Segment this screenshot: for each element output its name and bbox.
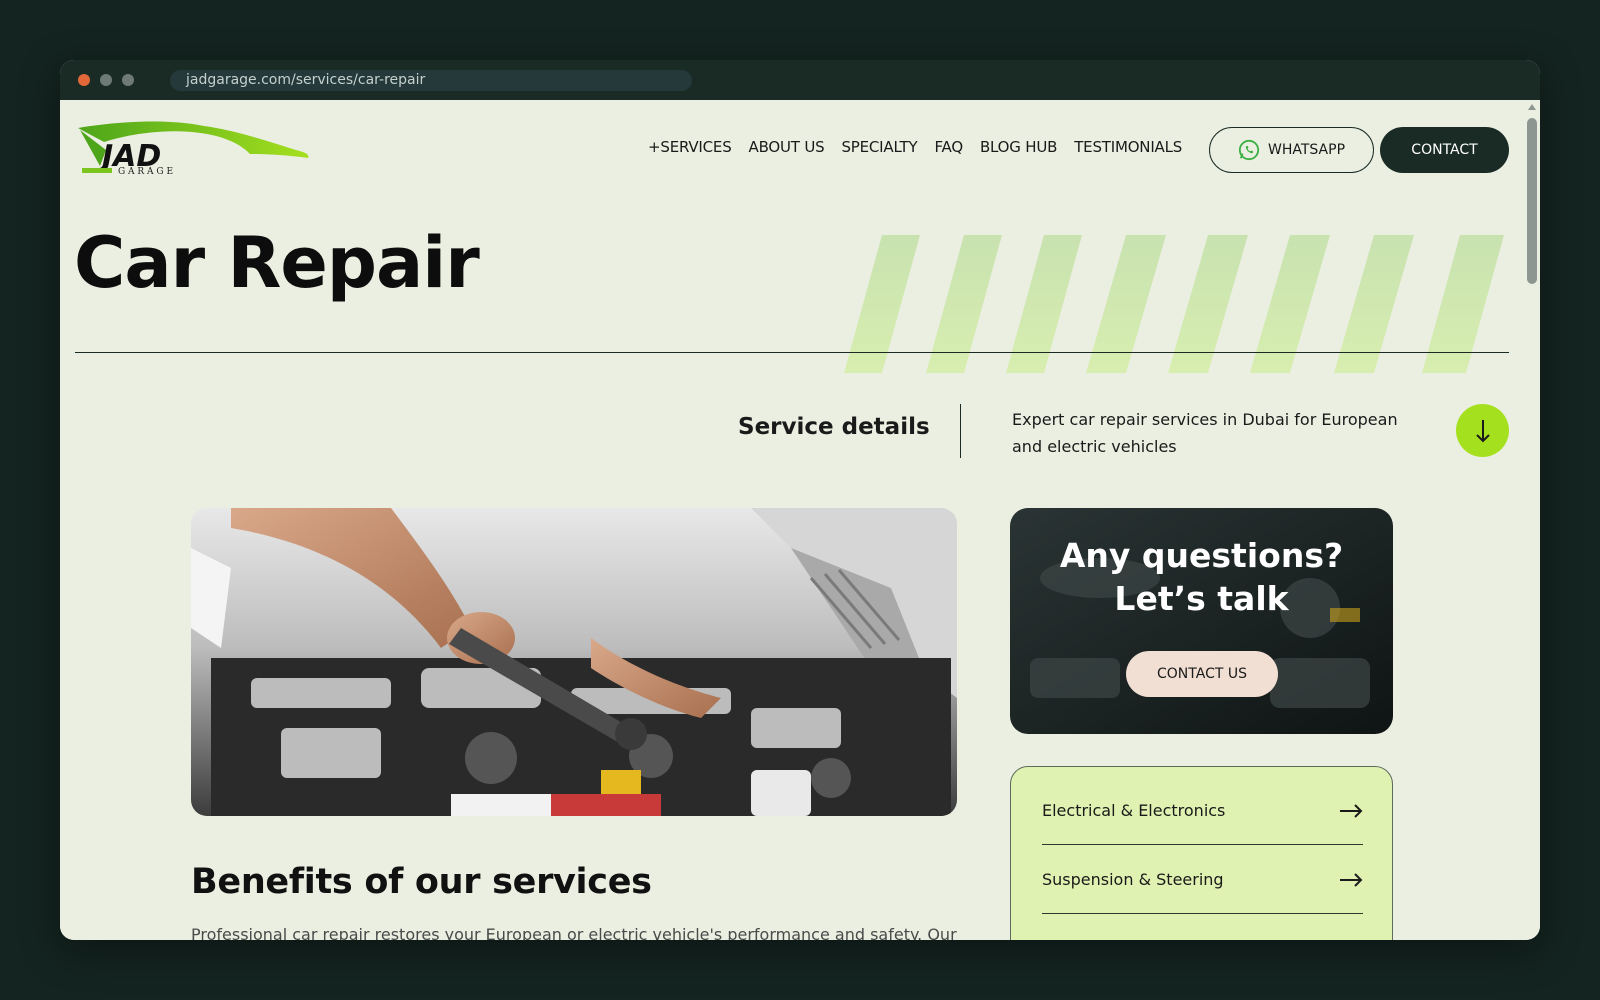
whatsapp-icon (1238, 139, 1260, 161)
whatsapp-label: WHATSAPP (1267, 142, 1346, 158)
page-content: JAD G A R A G E +SERVICES ABOUT US SPECI… (60, 100, 1524, 940)
minimize-window-button[interactable] (100, 74, 112, 86)
browser-window: jadgarage.com/services/car-repair JAD G … (60, 60, 1540, 940)
nav-item-about-us[interactable]: ABOUT US (749, 138, 825, 156)
scroll-thumb[interactable] (1527, 118, 1537, 284)
nav-item-testimonials[interactable]: TESTIMONIALS (1074, 138, 1182, 156)
benefits-heading: Benefits of our services (191, 862, 652, 902)
arrow-right-icon (1340, 803, 1363, 818)
nav-item-services[interactable]: +SERVICES (648, 138, 732, 156)
jad-garage-logo[interactable]: JAD G A R A G E (74, 120, 314, 180)
service-details-label: Service details (738, 414, 930, 440)
cta-title: Any questions? Let’s talk (1059, 536, 1344, 618)
logo-subtext: G A R A G E (118, 167, 173, 177)
main-nav: +SERVICES ABOUT US SPECIALTY FAQ BLOG HU… (648, 138, 1182, 156)
address-bar[interactable]: jadgarage.com/services/car-repair (170, 70, 692, 91)
vertical-divider (960, 404, 961, 458)
service-description: Expert car repair services in Dubai for … (1012, 410, 1398, 456)
arrow-right-icon (1340, 872, 1363, 887)
contact-us-button[interactable]: CONTACT US (1126, 651, 1278, 697)
service-link-label: Electrical & Electronics (1042, 801, 1226, 820)
close-window-button[interactable] (78, 74, 90, 86)
scroll-down-button[interactable] (1456, 404, 1509, 457)
browser-chrome: jadgarage.com/services/car-repair (60, 60, 1540, 100)
contact-button[interactable]: CONTACT (1380, 127, 1509, 173)
benefits-paragraph: Professional car repair restores your Eu… (191, 925, 957, 940)
contact-cta-card: Any questions? Let’s talk CONTACT US (1010, 508, 1393, 734)
nav-item-blog-hub[interactable]: BLOG HUB (980, 138, 1057, 156)
page-scrollbar[interactable] (1524, 100, 1540, 940)
title-divider (75, 352, 1509, 353)
arrow-down-icon (1475, 419, 1490, 442)
list-item[interactable]: Suspension & Steering (1042, 846, 1363, 914)
nav-item-faq[interactable]: FAQ (934, 138, 963, 156)
list-item[interactable]: Electrical & Electronics (1042, 777, 1363, 845)
whatsapp-button[interactable]: WHATSAPP (1209, 127, 1374, 173)
maximize-window-button[interactable] (122, 74, 134, 86)
scroll-up-arrow-icon[interactable] (1528, 104, 1536, 110)
services-list-card: Electrical & Electronics Suspension & St… (1010, 766, 1393, 940)
nav-item-specialty[interactable]: SPECIALTY (841, 138, 917, 156)
service-link-label: Suspension & Steering (1042, 870, 1224, 889)
logo-graphic: JAD G A R A G E (78, 121, 309, 177)
car-repair-image (191, 508, 957, 816)
page-title: Car Repair (74, 222, 480, 304)
